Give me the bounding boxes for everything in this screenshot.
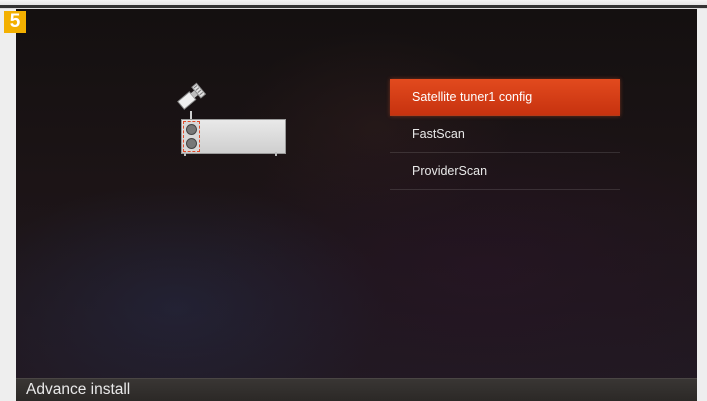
step-number-badge: 5	[4, 11, 26, 33]
satellite-icon	[177, 82, 207, 110]
tuner-ports	[183, 121, 200, 152]
menu-item-satellite-tuner1-config[interactable]: Satellite tuner1 config	[390, 79, 620, 116]
top-border	[0, 5, 707, 8]
tuner-box-icon	[181, 119, 286, 154]
install-menu: Satellite tuner1 config FastScan Provide…	[390, 79, 620, 190]
tuner-leg	[184, 152, 186, 156]
left-margin	[0, 9, 16, 401]
tuner-port-icon	[186, 138, 197, 149]
page-title: Advance install	[26, 381, 131, 398]
menu-item-providerscan[interactable]: ProviderScan	[390, 153, 620, 190]
menu-item-label: Satellite tuner1 config	[412, 90, 533, 104]
footer-bar: Advance install	[16, 378, 697, 401]
menu-item-fastscan[interactable]: FastScan	[390, 116, 620, 153]
menu-item-label: ProviderScan	[412, 164, 488, 178]
right-margin	[697, 9, 707, 401]
tuner-leg	[275, 152, 277, 156]
menu-item-label: FastScan	[412, 127, 465, 141]
tuner-port-icon	[186, 124, 197, 135]
tv-screen: Satellite tuner1 config FastScan Provide…	[16, 9, 697, 401]
